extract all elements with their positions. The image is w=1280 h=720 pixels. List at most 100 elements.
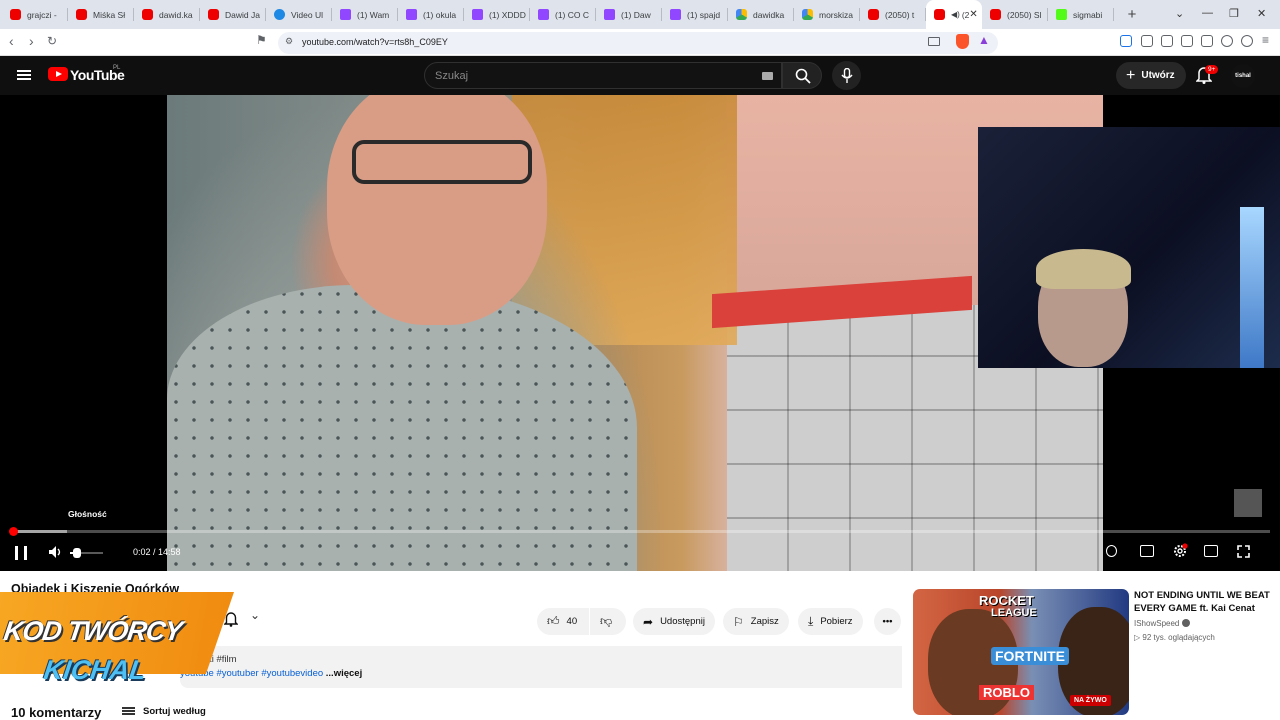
media-icon[interactable] [1161,35,1173,47]
kick-icon [1056,9,1067,20]
video-frame[interactable] [167,95,1103,571]
create-button[interactable]: + Utwórz [1116,62,1186,89]
brave-shield-icon[interactable] [956,34,969,49]
region-label: PL [113,65,121,71]
chevron-down-icon[interactable]: ⌄ [250,608,260,622]
new-tab-button[interactable]: + [1120,6,1144,23]
youtube-icon [990,9,1001,20]
account-avatar[interactable]: tishal [1231,64,1255,88]
tab[interactable]: dawid.ka [134,0,200,29]
more-actions-button[interactable]: ••• [874,608,901,635]
brave-rewards-icon[interactable]: ▲ [978,33,990,47]
sidebar-icon[interactable] [1181,35,1193,47]
translate-icon[interactable] [1120,35,1132,47]
download-button[interactable]: ⤓ Pobierz [798,608,863,635]
subtitles-icon[interactable] [1140,545,1154,557]
close-window-icon[interactable]: ✕ [1257,7,1266,20]
bookmark-icon[interactable]: ⚑ [256,33,267,47]
hamburger-menu-icon[interactable] [17,70,31,80]
fullscreen-icon[interactable] [1237,545,1250,558]
like-button[interactable]: 👍︎ 40 [537,608,589,635]
tab[interactable]: Miśka Sł [68,0,134,29]
forward-icon[interactable]: › [29,33,34,49]
twitch-icon [406,9,417,20]
sort-comments-button[interactable]: Sortuj według [122,706,206,717]
keyboard-icon[interactable] [762,72,773,80]
browser-menu-icon[interactable]: ≡ [1262,33,1269,47]
recommended-channel-name[interactable]: IShowSpeed [1134,619,1190,628]
tab[interactable]: (1) Daw [596,0,662,29]
description-box[interactable]: ogórki #film youtube #youtuber #youtubev… [180,646,902,688]
tab[interactable]: (1) okula [398,0,464,29]
time-display: 0:02 / 14:58 [133,547,181,557]
tab-active[interactable]: ◀) (2 ✕ [926,0,982,29]
tab[interactable]: (2050) Sl [982,0,1048,29]
tab[interactable]: (1) spajd [662,0,728,29]
wallet-icon[interactable] [1201,35,1213,47]
drive-icon [802,9,813,20]
reload-icon[interactable]: ↻ [47,34,57,48]
tab-search-chevron-icon[interactable]: ⌄ [1175,7,1184,20]
tab[interactable]: Dawid Ja [200,0,266,29]
live-badge: NA ŻYWO [1070,695,1111,706]
voice-search-button[interactable] [832,61,861,90]
tab[interactable]: dawidka [728,0,794,29]
volume-icon[interactable] [48,545,62,559]
browser-tab-strip: grajczi - Miśka Sł dawid.ka Dawid Ja Vid… [0,0,1280,29]
youtube-logo-icon[interactable] [48,67,68,81]
progress-bar[interactable] [8,527,1270,536]
url-field[interactable]: ⚙ youtube.com/watch?v=rts8h_C09EY [278,32,998,54]
tab[interactable]: Video Ul [266,0,332,29]
save-button[interactable]: ⚐ Zapisz [723,608,789,635]
pause-button[interactable] [15,546,27,560]
youtube-header: YouTube PL Szukaj + Utwórz 9+ tishal [0,56,1280,95]
share-button[interactable]: ➦ Udostępnij [633,608,715,635]
tab[interactable]: (1) CO C [530,0,596,29]
share-icon: ➦ [643,614,654,629]
rgb-light [1240,207,1264,368]
volume-knob[interactable] [72,548,81,558]
drive-icon [736,9,747,20]
minimize-icon[interactable]: — [1202,7,1213,19]
thumbnail-text: ROCKET [979,593,1034,608]
search-button[interactable] [782,62,822,89]
cast-icon[interactable] [928,37,940,46]
youtube-icon [934,9,945,20]
restore-icon[interactable]: ❐ [1229,7,1239,20]
download-icon: ⤓ [808,614,814,628]
volume-slider[interactable] [70,548,103,558]
back-icon[interactable]: ‹ [9,33,14,49]
thumbnail-text: FORTNITE [991,647,1069,665]
tab[interactable]: (1) Wam [332,0,398,29]
miniplayer-icon[interactable] [1204,545,1218,557]
vpn-icon[interactable] [1241,35,1253,47]
tab[interactable]: sigmabi [1048,0,1114,29]
profile-icon[interactable] [1221,35,1233,47]
youtube-icon [10,9,21,20]
progress-scrubber[interactable] [8,527,18,536]
autoplay-toggle[interactable] [1106,545,1117,557]
extensions-icon[interactable] [1141,35,1153,47]
channel-watermark[interactable] [1234,489,1262,517]
tab[interactable]: grajczi - [2,0,68,29]
search-icon [795,68,811,84]
youtube-icon [142,9,153,20]
video-icon [274,9,285,20]
comments-count: 10 komentarzy [11,705,102,720]
twitch-icon [670,9,681,20]
progress-buffered [10,530,67,533]
video-player[interactable]: Głośność 0:02 / 14:58 [0,95,1280,571]
recommended-video-thumbnail[interactable]: ROCKET LEAGUE FORTNITE ROBLO NA ŻYWO [913,589,1129,715]
recommended-video-title[interactable]: NOT ENDING UNTIL WE BEAT EVERY GAME ft. … [1134,589,1270,615]
dislike-button[interactable]: 👎︎ [590,608,626,635]
close-tab-icon[interactable]: ✕ [969,9,977,20]
tab[interactable]: (2050) t [860,0,926,29]
search-input[interactable]: Szukaj [424,62,782,89]
settings-gear-icon[interactable] [1172,543,1188,559]
site-info-icon[interactable]: ⚙ [285,36,293,47]
tab[interactable]: (1) XDDD [464,0,530,29]
tab[interactable]: morskiza [794,0,860,29]
creator-code-label: KOD TWÓRCY [1,616,184,646]
thumbs-down-icon: 👎︎ [600,614,613,628]
show-more-link[interactable]: ...więcej [323,668,362,679]
